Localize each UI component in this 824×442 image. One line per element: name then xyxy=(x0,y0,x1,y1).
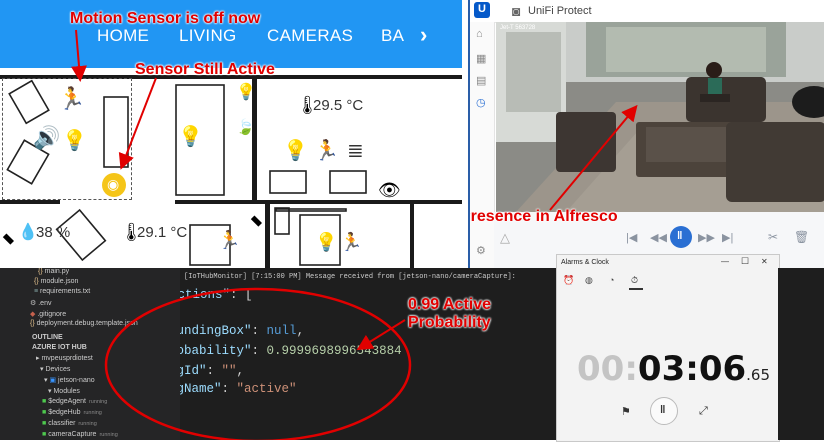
alarm-tab-icon[interactable]: ⏰ xyxy=(563,275,574,286)
alarms-clock-window: Alarms & Clock — ☐ ✕ ⏰ ◍ ◔ ⏱ 00:03:06.65… xyxy=(556,254,780,442)
unifi-protect-window: U ◙ UniFi Protect ⌂ ▦ ▤ ◷ ⚙ Jet-T 563728… xyxy=(468,0,824,268)
annotation-probability-2: Probability xyxy=(408,314,491,331)
stopwatch-hours: 00: xyxy=(577,349,638,389)
world-clock-tab-icon[interactable]: ◍ xyxy=(585,275,593,286)
annotation-arrow xyxy=(549,104,638,211)
pause-button[interactable]: ǁ xyxy=(650,397,678,425)
expand-icon[interactable]: ⤢ xyxy=(699,405,708,418)
vscode-window: {} main.py {} module.json ≡ requirements… xyxy=(0,268,556,440)
annotation-arrows xyxy=(71,29,157,170)
maximize-button[interactable]: ☐ xyxy=(741,256,749,267)
annotation-probability-1: 0.99 Active xyxy=(408,296,492,313)
lap-flag-icon[interactable]: ⚑ xyxy=(621,405,631,418)
annotation-ellipse xyxy=(104,287,412,440)
timer-tab-icon[interactable]: ◔ xyxy=(609,275,614,285)
background-panel xyxy=(778,268,824,440)
clock-title: Alarms & Clock xyxy=(561,259,609,266)
stopwatch-time: 03:06 xyxy=(637,349,747,389)
stopwatch-fraction: .65 xyxy=(746,366,771,384)
stopwatch-display: 00:03:06.65 xyxy=(577,349,770,389)
active-tab-indicator xyxy=(629,288,643,290)
minimize-button[interactable]: — xyxy=(721,257,729,266)
stopwatch-tab-icon[interactable]: ⏱ xyxy=(631,275,638,286)
home-dashboard: HOME LIVING CAMERAS BA › 🏃 🔊 💡 ◉ � xyxy=(0,0,462,268)
close-button[interactable]: ✕ xyxy=(761,257,768,266)
